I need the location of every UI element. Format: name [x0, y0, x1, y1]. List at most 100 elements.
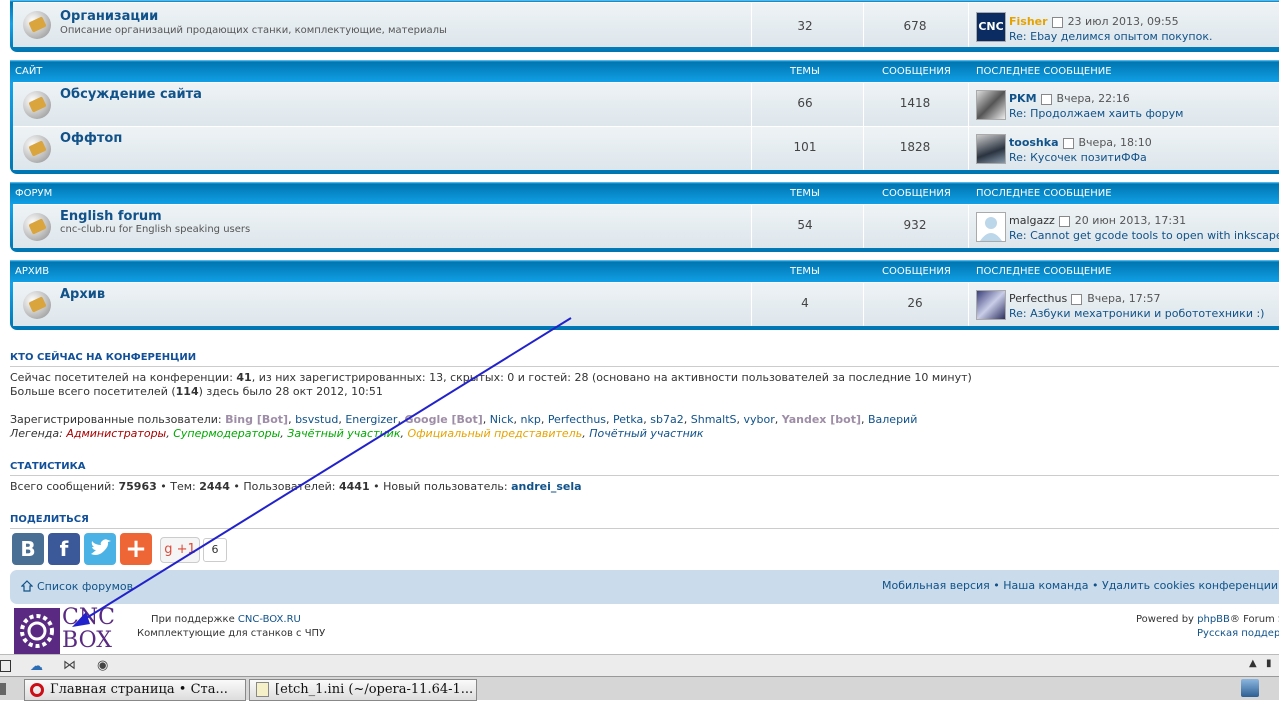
- online-user-link[interactable]: sb7a2: [650, 413, 683, 426]
- forum-title[interactable]: Обсуждение сайта: [60, 87, 202, 102]
- vk-share-button[interactable]: B: [12, 533, 44, 565]
- author-link[interactable]: malgazz: [1009, 214, 1055, 227]
- support-line: При поддержке CNC-BOX.RU: [151, 614, 301, 625]
- legend-group-link[interactable]: Почётный участник: [589, 427, 703, 440]
- taskbar-button-opera[interactable]: Главная страница • Ста...: [24, 679, 246, 701]
- view-post-icon[interactable]: [1062, 137, 1074, 149]
- panel-toggle-icon[interactable]: [0, 660, 11, 672]
- last-post-topic[interactable]: Re: Азбуки мехатроники и робототехники :…: [1009, 307, 1264, 320]
- online-user-link[interactable]: Nick: [490, 413, 514, 426]
- category-header: САЙТ ТЕМЫ СООБЩЕНИЯ ПОСЛЕДНЕЕ СООБЩЕНИЕ: [10, 60, 1279, 82]
- twitter-share-button[interactable]: [84, 533, 116, 565]
- online-user-link[interactable]: Google [Bot]: [404, 413, 482, 426]
- avatar[interactable]: [976, 90, 1006, 120]
- twitter-bird-icon: [91, 539, 111, 555]
- forum-title[interactable]: Оффтоп: [60, 131, 122, 146]
- online-line-2: Больше всего посетителей (114) здесь был…: [10, 385, 383, 398]
- russian-support-link[interactable]: Русская поддерж: [1197, 628, 1279, 639]
- os-taskbar: Главная страница • Ста... [etch_1.ini (~…: [0, 676, 1279, 701]
- avatar[interactable]: [976, 212, 1006, 242]
- posts-header: СООБЩЕНИЯ: [882, 66, 951, 77]
- forum-row: Оффтоп 101 1828 tooshka Вчера, 18:10 Re: …: [13, 126, 1279, 170]
- online-user-link[interactable]: nkp: [520, 413, 540, 426]
- posts-count: 678: [903, 19, 927, 33]
- last-post-topic[interactable]: Re: Cannot get gcode tools to open with …: [1009, 229, 1279, 242]
- avatar[interactable]: [976, 290, 1006, 320]
- category-site: САЙТ ТЕМЫ СООБЩЕНИЯ ПОСЛЕДНЕЕ СООБЩЕНИЕ …: [10, 60, 1279, 174]
- cloud-icon[interactable]: ☁: [30, 659, 43, 674]
- forum-title[interactable]: English forum: [60, 209, 162, 224]
- speed-dial-icon[interactable]: ◉: [97, 658, 108, 673]
- total-users: 4441: [339, 480, 370, 493]
- view-post-icon[interactable]: [1058, 215, 1070, 227]
- max-online-count: 114: [175, 385, 199, 398]
- more-share-button[interactable]: +: [120, 533, 152, 565]
- support-text: При поддержке: [151, 614, 238, 625]
- footer-navbar: Список форумов Мобильная версия • Наша к…: [10, 570, 1279, 604]
- legend-group-link[interactable]: Супермодераторы: [173, 427, 280, 440]
- taskbar-button-editor[interactable]: [etch_1.ini (~/opera-11.64-1...: [249, 679, 477, 701]
- last-post-header: ПОСЛЕДНЕЕ СООБЩЕНИЕ: [976, 266, 1112, 277]
- forum-read-icon: [23, 291, 51, 319]
- author-link[interactable]: tooshka: [1009, 136, 1059, 149]
- author-link[interactable]: Perfecthus: [1009, 292, 1067, 305]
- newest-user-link[interactable]: andrei_sela: [511, 480, 582, 493]
- category-title[interactable]: САЙТ: [15, 66, 42, 77]
- last-post-topic[interactable]: Re: Кусочек позитиФФа: [1009, 151, 1147, 164]
- share-icon[interactable]: ⋈: [63, 658, 76, 673]
- topics-count: 4: [801, 296, 809, 310]
- posts-count: 1418: [899, 96, 931, 110]
- zoom-icon[interactable]: ▮: [1266, 658, 1272, 669]
- online-user-link[interactable]: Petka: [613, 413, 643, 426]
- category-title[interactable]: ФОРУМ: [15, 188, 52, 199]
- powered-by-line: Powered by phpBB® Forum Sc: [1136, 614, 1279, 625]
- last-post-author: malgazz 20 июн 2013, 17:31: [1009, 214, 1186, 227]
- google-plus-button[interactable]: g +1: [160, 537, 200, 563]
- online-user-link[interactable]: Perfecthus: [548, 413, 606, 426]
- topics-count: 54: [797, 218, 813, 232]
- arrow-up-icon[interactable]: ▲: [1249, 658, 1257, 669]
- stats-title: СТАТИСТИКА: [10, 461, 86, 472]
- support-link[interactable]: CNC-BOX.RU: [238, 614, 301, 625]
- online-count: 41: [236, 371, 252, 384]
- forum-row: English forum cnc-club.ru for English sp…: [13, 204, 1279, 248]
- forum-title[interactable]: Организации: [60, 9, 158, 24]
- category-title[interactable]: АРХИВ: [15, 266, 49, 277]
- online-user-link[interactable]: Валерий: [868, 413, 917, 426]
- avatar[interactable]: CNC: [976, 12, 1006, 42]
- online-user-link[interactable]: bsvstud: [295, 413, 338, 426]
- forum-index-link[interactable]: Список форумов: [37, 580, 133, 593]
- online-user-link[interactable]: Bing [Bot]: [225, 413, 288, 426]
- post-date: 23 июл 2013, 09:55: [1067, 15, 1179, 28]
- legend-group-link[interactable]: Зачётный участник: [287, 427, 400, 440]
- phpbb-link[interactable]: phpBB: [1197, 614, 1230, 625]
- facebook-share-button[interactable]: f: [48, 533, 80, 565]
- online-user-link[interactable]: ShmaltS: [691, 413, 737, 426]
- author-link[interactable]: Fisher: [1009, 15, 1048, 28]
- view-post-icon[interactable]: [1040, 93, 1052, 105]
- online-user-link[interactable]: Energizer: [345, 413, 397, 426]
- stats-text: • Пользователей:: [229, 480, 339, 493]
- author-link[interactable]: PKM: [1009, 92, 1037, 105]
- powered-text: ® Forum Sc: [1229, 614, 1279, 625]
- online-user-link[interactable]: Yandex [bot]: [782, 413, 861, 426]
- forum-title[interactable]: Архив: [60, 287, 105, 302]
- forum-row: Обсуждение сайта 66 1418 PKM Вчера, 22:16…: [13, 82, 1279, 126]
- forum-read-icon: [23, 213, 51, 241]
- legend-group-link[interactable]: Администраторы: [66, 427, 166, 440]
- view-post-icon[interactable]: [1051, 16, 1063, 28]
- gear-logo-icon: [14, 608, 60, 654]
- footer-links[interactable]: Мобильная версия • Наша команда • Удалит…: [882, 579, 1279, 592]
- last-post-topic[interactable]: Re: Продолжаем хаить форум: [1009, 107, 1183, 120]
- cnc-box-logo[interactable]: CNC BOX: [14, 605, 129, 654]
- view-post-icon[interactable]: [1071, 293, 1083, 305]
- online-line-1: Сейчас посетителей на конференции: 41, и…: [10, 371, 972, 384]
- topics-count: 32: [797, 19, 813, 33]
- avatar[interactable]: [976, 134, 1006, 164]
- taskbar-left-icon[interactable]: [0, 683, 6, 695]
- last-post-topic[interactable]: Re: Ebay делимся опытом покупок.: [1009, 30, 1213, 43]
- legend-group-link[interactable]: Официальный представитель: [407, 427, 582, 440]
- post-date: Вчера, 18:10: [1078, 136, 1152, 149]
- online-user-link[interactable]: vybor: [744, 413, 775, 426]
- trash-icon[interactable]: [1241, 679, 1259, 697]
